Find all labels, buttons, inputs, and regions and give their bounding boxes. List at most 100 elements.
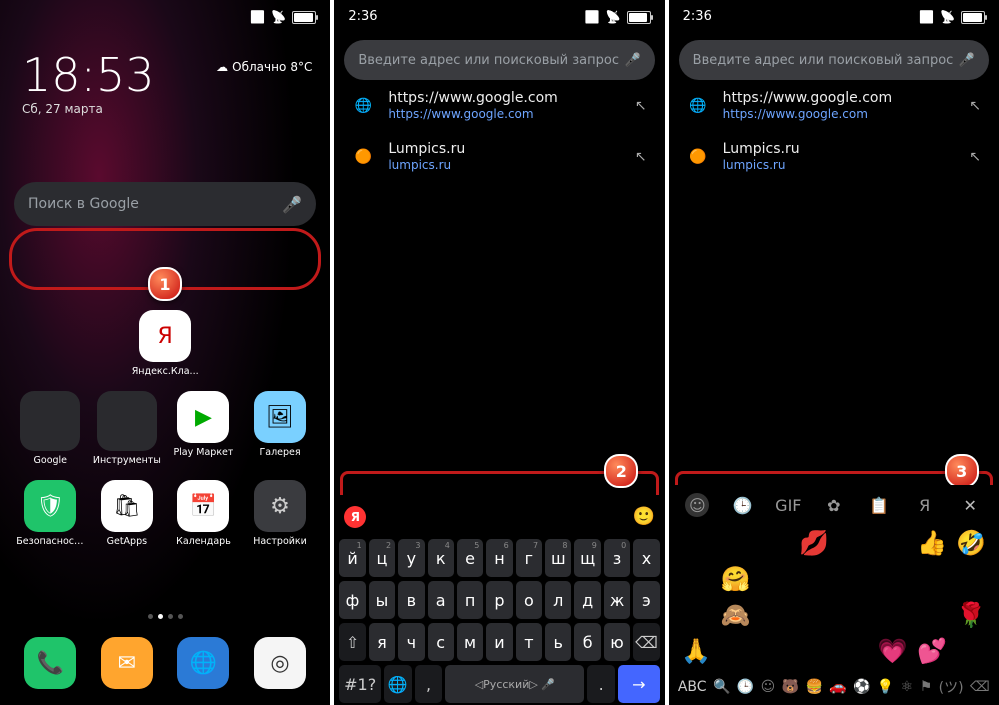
emoji-cell[interactable]: 😒	[718, 635, 753, 667]
cat-flags-icon[interactable]: ⚑	[920, 679, 933, 695]
period-key[interactable]: .	[587, 665, 615, 703]
emoji-cell[interactable]: 😔	[797, 635, 832, 667]
app-security[interactable]: 🛡Безопасность	[15, 480, 85, 547]
key[interactable]: й1	[339, 539, 365, 577]
key[interactable]: о	[516, 581, 542, 619]
emoji-cell[interactable]: 😏	[757, 599, 792, 631]
key[interactable]: г7	[516, 539, 542, 577]
emoji-cell[interactable]: 😚	[836, 563, 871, 595]
backspace-icon[interactable]: ⌫	[970, 679, 990, 695]
key[interactable]: д	[574, 581, 600, 619]
history-tab[interactable]: 🕒	[731, 493, 755, 517]
key[interactable]: х	[633, 539, 659, 577]
enter-key[interactable]: →	[618, 665, 660, 703]
app-yandex-keyboard[interactable]: ЯЯндекс.Кла...	[130, 310, 200, 377]
emoji-cell[interactable]: 😭	[875, 563, 910, 595]
app-getapps[interactable]: 🛍GetApps	[92, 480, 162, 547]
key[interactable]: к4	[428, 539, 454, 577]
emoji-cell[interactable]: 😅	[875, 599, 910, 631]
cat-animals-icon[interactable]: 🐻	[782, 679, 799, 695]
key[interactable]: с	[428, 623, 454, 661]
app-phone[interactable]: 📞	[15, 637, 85, 693]
mic-icon[interactable]: 🎤	[959, 53, 975, 68]
emoji-cell[interactable]: 💕	[914, 635, 949, 667]
cat-objects-icon[interactable]: 💡	[877, 679, 894, 695]
cat-smileys-icon[interactable]: ☺	[761, 679, 776, 695]
emoji-cell[interactable]: 😍	[718, 527, 753, 559]
clipboard-tab[interactable]: 📋	[867, 493, 891, 517]
emoji-cell[interactable]: 🤣	[954, 527, 989, 559]
app-settings[interactable]: ⚙Настройки	[245, 480, 315, 547]
key[interactable]: ы	[369, 581, 395, 619]
backspace-key[interactable]: ⌫	[633, 623, 659, 661]
space-key[interactable]: ◁ Русский ▷ 🎤	[445, 665, 584, 703]
emoji-cell[interactable]: 😊	[836, 599, 871, 631]
cat-travel-icon[interactable]: 🚗	[829, 679, 846, 695]
key[interactable]: ж	[604, 581, 630, 619]
emoji-cell[interactable]: 💋	[797, 527, 832, 559]
app-gallery[interactable]: 🖼Галерея	[245, 391, 315, 466]
emoji-cell[interactable]: 😌	[757, 563, 792, 595]
emoji-cell[interactable]: 😉	[836, 635, 871, 667]
insert-icon[interactable]: ↖	[969, 98, 981, 114]
insert-icon[interactable]: ↖	[635, 149, 647, 165]
key[interactable]: ю	[604, 623, 630, 661]
folder-tools[interactable]: Инструменты	[92, 391, 162, 466]
key[interactable]: в	[398, 581, 424, 619]
suggestion-row[interactable]: 🟠Lumpics.rulumpics.ru↖	[669, 131, 999, 182]
symbols-key[interactable]: #1?	[339, 665, 381, 703]
recent-tab[interactable]: ☺	[685, 493, 709, 517]
key[interactable]: е5	[457, 539, 483, 577]
emoji-cell[interactable]: 🙏	[679, 635, 714, 667]
emoji-cell[interactable]: 😊	[797, 563, 832, 595]
shift-key[interactable]: ⇧	[339, 623, 365, 661]
comma-key[interactable]: ,	[415, 665, 443, 703]
yandex-logo-icon[interactable]: Я	[344, 506, 366, 528]
key[interactable]: и	[486, 623, 512, 661]
app-browser[interactable]: 🌐	[168, 637, 238, 693]
cat-kaomoji-icon[interactable]: (ツ)	[939, 677, 964, 697]
emoji-cell[interactable]: 😍	[679, 563, 714, 595]
emoji-cell[interactable]: 🌑	[954, 635, 989, 667]
url-bar[interactable]: Введите адрес или поисковый запрос🎤	[344, 40, 654, 80]
key[interactable]: ш8	[545, 539, 571, 577]
cat-food-icon[interactable]: 🍔	[805, 679, 822, 695]
key[interactable]: щ9	[574, 539, 600, 577]
emoji-cell[interactable]: 🌹	[954, 599, 989, 631]
insert-icon[interactable]: ↖	[969, 149, 981, 165]
app-play-store[interactable]: ▶Play Маркет	[168, 391, 238, 466]
suggestion-row[interactable]: 🌐https://www.google.comhttps://www.googl…	[334, 80, 664, 131]
key[interactable]: л	[545, 581, 571, 619]
emoji-cell[interactable]: 😊	[836, 527, 871, 559]
abc-key[interactable]: ABC	[678, 679, 707, 695]
emoji-cell[interactable]: 😎	[757, 635, 792, 667]
key[interactable]: м	[457, 623, 483, 661]
mic-icon[interactable]: 🎤	[282, 195, 302, 214]
url-bar[interactable]: Введите адрес или поисковый запрос🎤	[679, 40, 989, 80]
emoji-cell[interactable]: 😭	[914, 563, 949, 595]
emoji-cell[interactable]: 💗	[875, 635, 910, 667]
suggestion-row[interactable]: 🌐https://www.google.comhttps://www.googl…	[669, 80, 999, 131]
emoji-cell[interactable]: 😭	[954, 563, 989, 595]
emoji-icon[interactable]: 🙂	[633, 506, 655, 528]
key[interactable]: ц2	[369, 539, 395, 577]
key[interactable]: ф	[339, 581, 365, 619]
app-messages[interactable]: ✉	[92, 637, 162, 693]
weather[interactable]: ☁ Облачно 8°C	[216, 60, 312, 74]
folder-google[interactable]: Google	[15, 391, 85, 466]
close-icon[interactable]: ✕	[958, 493, 982, 517]
insert-icon[interactable]: ↖	[635, 98, 647, 114]
emoji-cell[interactable]: 😘	[757, 527, 792, 559]
emoji-cell[interactable]: 😢	[914, 599, 949, 631]
key[interactable]: б	[574, 623, 600, 661]
cat-activities-icon[interactable]: ⚽	[853, 679, 870, 695]
emoji-cell[interactable]: 😄	[797, 599, 832, 631]
gif-tab[interactable]: GIF	[776, 493, 800, 517]
key[interactable]: ь	[545, 623, 571, 661]
key[interactable]: а	[428, 581, 454, 619]
yandex-tab[interactable]: Я	[913, 493, 937, 517]
emoji-cell[interactable]: 😁	[679, 599, 714, 631]
emoji-cell[interactable]: 👍	[914, 527, 949, 559]
emoji-cell[interactable]: 🙈	[718, 599, 753, 631]
suggestion-row[interactable]: 🟠Lumpics.rulumpics.ru↖	[334, 131, 664, 182]
